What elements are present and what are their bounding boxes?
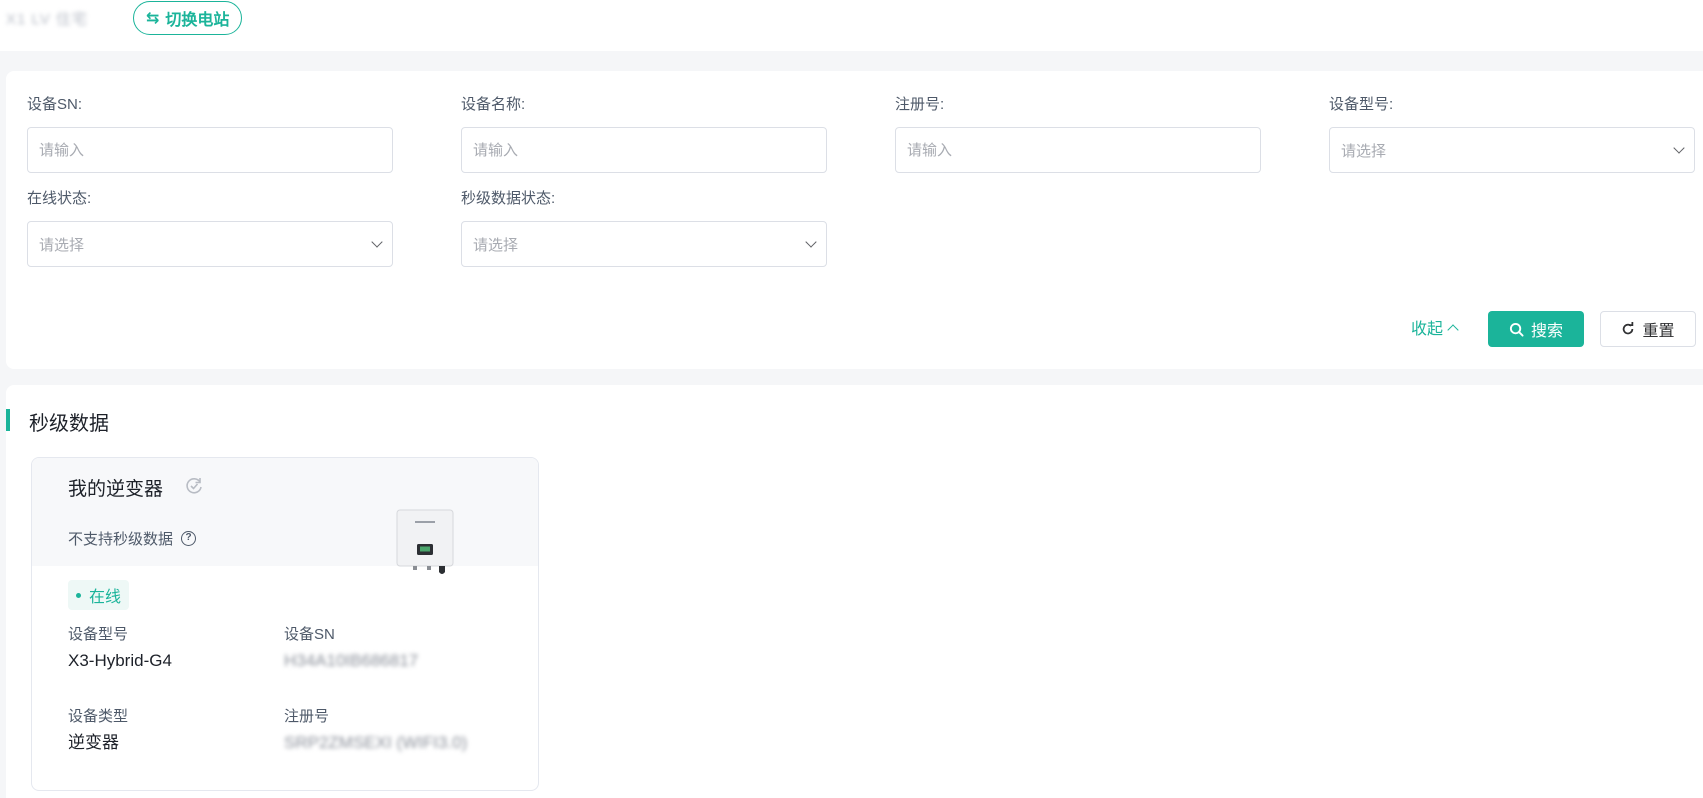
second-data-status-value: 请选择 (473, 236, 519, 254)
device-sn-field: 设备SN: (27, 95, 393, 173)
device-sn-label: 设备SN: (27, 96, 83, 113)
device-model-label: 设备型号: (1329, 96, 1394, 113)
device-sn-input[interactable] (39, 141, 381, 159)
reg-no-field: 注册号: (895, 95, 1261, 173)
device-sn-info-value: H34A10IB686817 (284, 651, 419, 670)
second-data-section: 秒级数据 我的逆变器 不支持秒级数据 ? 在线 设备型号 X3-Hybrid-G… (6, 385, 1703, 798)
device-card-name: 我的逆变器 (68, 479, 164, 500)
device-model-info: 设备型号 X3-Hybrid-G4 (68, 625, 172, 672)
collapse-label: 收起 (1411, 321, 1444, 338)
online-status-label: 在线状态: (27, 190, 92, 207)
reg-no-label: 注册号: (895, 96, 945, 113)
switch-station-label: 切换电站 (165, 12, 230, 29)
section-title: 秒级数据 (29, 413, 109, 435)
device-sn-info-label: 设备SN (284, 626, 335, 643)
device-name-input[interactable] (473, 141, 815, 159)
status-badge: 在线 (68, 580, 130, 610)
online-status-select[interactable]: 请选择 (27, 221, 393, 267)
device-sn-info: 设备SN H34A10IB686817 (284, 625, 418, 672)
device-name-field: 设备名称: (461, 95, 827, 173)
chevron-up-icon (1447, 323, 1459, 336)
device-card[interactable]: 我的逆变器 不支持秒级数据 ? 在线 设备型号 X3-Hybrid-G4 设备S… (31, 457, 539, 791)
switch-station-button[interactable]: ⇆ 切换电站 (133, 1, 243, 35)
station-name: X1 LV 住宅 (6, 11, 88, 28)
chevron-down-icon (371, 236, 383, 248)
reset-button[interactable]: 重置 (1600, 311, 1696, 347)
reg-no-info-label: 注册号 (284, 708, 330, 725)
online-status-field: 在线状态: 请选择 (27, 189, 393, 267)
chevron-down-icon (805, 236, 817, 248)
section-accent-bar (6, 409, 10, 431)
device-model-info-value: X3-Hybrid-G4 (68, 651, 172, 670)
collapse-filters-link[interactable]: 收起 (1411, 315, 1459, 339)
second-data-status-select[interactable]: 请选择 (461, 221, 827, 267)
status-dot-icon (76, 592, 81, 598)
reg-no-input-wrapper (895, 127, 1261, 173)
search-panel: 设备SN: 设备名称: 注册号: 设备型号: 请选择 在线状态: 请选择 秒级数… (6, 71, 1703, 369)
device-type-info-label: 设备类型 (68, 708, 129, 725)
reg-no-info: 注册号 SRP2ZMSEXI (WIFI3.0) (284, 707, 467, 754)
device-model-field: 设备型号: 请选择 (1329, 95, 1695, 173)
second-data-status-field: 秒级数据状态: 请选择 (461, 189, 827, 267)
device-type-info-value: 逆变器 (68, 733, 119, 752)
support-note-text: 不支持秒级数据 (68, 531, 174, 548)
question-circle-icon[interactable]: ? (181, 531, 197, 546)
support-note: 不支持秒级数据 ? (68, 528, 197, 549)
inverter-image (396, 509, 454, 574)
top-bar: X1 LV 住宅 ⇆ 切换电站 (0, 0, 1703, 51)
reg-no-info-value: SRP2ZMSEXI (WIFI3.0) (284, 733, 468, 752)
device-type-info: 设备类型 逆变器 (68, 707, 128, 754)
reg-no-input[interactable] (907, 141, 1249, 159)
device-model-select[interactable]: 请选择 (1329, 127, 1695, 173)
device-model-value: 请选择 (1341, 142, 1387, 160)
search-icon (1509, 322, 1524, 337)
second-data-status-label: 秒级数据状态: (461, 190, 556, 207)
status-badge-label: 在线 (89, 589, 122, 606)
swap-arrows-icon: ⇆ (146, 10, 160, 27)
device-name-input-wrapper (461, 127, 827, 173)
chevron-down-icon (1673, 142, 1685, 154)
search-button-label: 搜索 (1530, 323, 1563, 340)
device-model-info-label: 设备型号 (68, 626, 129, 643)
online-status-value: 请选择 (39, 236, 85, 254)
search-button[interactable]: 搜索 (1488, 311, 1584, 347)
reset-button-label: 重置 (1642, 323, 1675, 340)
refresh-icon (1623, 322, 1634, 335)
device-name-label: 设备名称: (461, 96, 526, 113)
sync-icon[interactable] (183, 475, 205, 497)
device-sn-input-wrapper (27, 127, 393, 173)
